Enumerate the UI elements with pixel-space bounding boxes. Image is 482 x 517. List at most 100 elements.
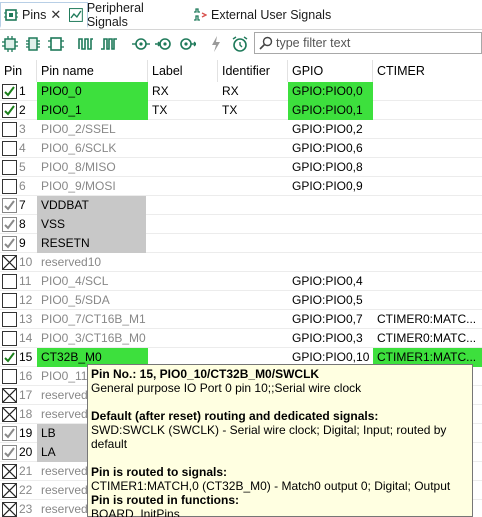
ctimer-cell[interactable] (373, 139, 482, 158)
gpio-cell[interactable] (288, 253, 373, 272)
ctimer-cell[interactable] (373, 82, 482, 101)
label-cell[interactable] (148, 253, 218, 272)
ctimer-cell[interactable] (373, 101, 482, 120)
ctimer-cell[interactable] (373, 272, 482, 291)
power-button[interactable] (206, 34, 226, 54)
table-row[interactable]: 8 VSS (0, 215, 482, 234)
route-in-button[interactable] (154, 34, 174, 54)
label-cell[interactable]: TX (148, 101, 218, 120)
pin-name-cell[interactable]: RESETN (37, 234, 146, 253)
filter-input[interactable] (276, 36, 476, 50)
pin-name-cell[interactable]: VDDBAT (37, 196, 146, 215)
table-row[interactable]: 2 PIO0_1 TX TX GPIO:PIO0,1 (0, 101, 482, 120)
table-row[interactable]: 14 PIO0_3/CT16B_M0 GPIO:PIO0,3 CTIMER0:MATC… (0, 329, 482, 348)
filter-box[interactable] (254, 32, 482, 54)
label-cell[interactable] (148, 310, 218, 329)
checkbox-disabled[interactable] (2, 426, 17, 441)
pin-name-cell[interactable]: reserved10 (37, 253, 148, 272)
table-row[interactable]: 7 VDDBAT (0, 196, 482, 215)
gpio-cell[interactable] (288, 196, 373, 215)
label-cell[interactable] (148, 234, 218, 253)
checkbox-disabled[interactable] (2, 236, 17, 251)
checkbox-unchecked[interactable] (2, 122, 17, 137)
ctimer-cell[interactable] (373, 215, 482, 234)
table-row[interactable]: 9 RESETN (0, 234, 482, 253)
checkbox-checked[interactable] (2, 103, 17, 118)
label-cell[interactable]: RX (148, 82, 218, 101)
table-row[interactable]: 3 PIO0_2/SSEL GPIO:PIO0,2 (0, 120, 482, 139)
pulse-view-button[interactable] (99, 34, 119, 54)
gpio-cell[interactable] (288, 215, 373, 234)
checkbox-unavailable[interactable] (2, 502, 17, 517)
checkbox-unchecked[interactable] (2, 293, 17, 308)
column-header-pin[interactable]: Pin (0, 60, 37, 82)
pin-name-cell[interactable]: PIO0_6/SCLK (37, 139, 148, 158)
label-cell[interactable] (148, 215, 218, 234)
table-row[interactable]: 4 PIO0_6/SCLK GPIO:PIO0,6 (0, 139, 482, 158)
ctimer-cell[interactable] (373, 234, 482, 253)
pin-name-cell[interactable]: PIO0_7/CT16B_M1 (37, 310, 148, 329)
identifier-cell[interactable] (218, 196, 288, 215)
pin-name-cell[interactable]: PIO0_8/MISO (37, 158, 148, 177)
column-header-gpio[interactable]: GPIO (288, 60, 373, 82)
identifier-cell[interactable] (218, 215, 288, 234)
gpio-cell[interactable]: GPIO:PIO0,3 (288, 329, 373, 348)
tab-peripheral-signals[interactable]: Peripheral Signals (69, 1, 187, 29)
pin-name-cell[interactable]: PIO0_4/SCL (37, 272, 148, 291)
gpio-cell[interactable]: GPIO:PIO0,6 (288, 139, 373, 158)
identifier-cell[interactable] (218, 177, 288, 196)
gpio-cell[interactable]: GPIO:PIO0,8 (288, 158, 373, 177)
ctimer-cell[interactable]: CTIMER0:MATC... (373, 310, 482, 329)
checkbox-unavailable[interactable] (2, 464, 17, 479)
pin-name-cell[interactable]: VSS (37, 215, 146, 234)
checkbox-unchecked[interactable] (2, 141, 17, 156)
table-row[interactable]: 1 PIO0_0 RX RX GPIO:PIO0,0 (0, 82, 482, 101)
gpio-cell[interactable]: GPIO:PIO0,9 (288, 177, 373, 196)
ctimer-cell[interactable] (373, 158, 482, 177)
checkbox-disabled[interactable] (2, 445, 17, 460)
checkbox-checked[interactable] (2, 350, 17, 365)
gpio-cell[interactable]: GPIO:PIO0,1 (288, 101, 373, 120)
column-header-pin-name[interactable]: Pin name (37, 60, 148, 82)
signals-view-button[interactable] (76, 34, 96, 54)
gpio-cell[interactable]: GPIO:PIO0,0 (288, 82, 373, 101)
expand-all-button[interactable] (0, 34, 20, 54)
column-header-ctimer[interactable]: CTIMER (373, 60, 482, 82)
tab-external-user-signals[interactable]: External User Signals (193, 2, 353, 28)
label-cell[interactable] (148, 177, 218, 196)
label-cell[interactable] (148, 158, 218, 177)
gpio-cell[interactable]: GPIO:PIO0,2 (288, 120, 373, 139)
checkbox-unavailable[interactable] (2, 388, 17, 403)
ctimer-cell[interactable] (373, 177, 482, 196)
route-button[interactable] (131, 34, 151, 54)
pin-name-cell[interactable]: PIO0_5/SDA (37, 291, 148, 310)
checkbox-disabled[interactable] (2, 198, 17, 213)
chip-view-button[interactable] (46, 34, 66, 54)
clock-button[interactable] (230, 34, 250, 54)
table-row[interactable]: 6 PIO0_9/MOSI GPIO:PIO0,9 (0, 177, 482, 196)
identifier-cell[interactable]: RX (218, 82, 288, 101)
checkbox-unchecked[interactable] (2, 369, 17, 384)
label-cell[interactable] (148, 272, 218, 291)
column-header-label[interactable]: Label (148, 60, 218, 82)
table-row[interactable]: 10 reserved10 (0, 253, 482, 272)
checkbox-unavailable[interactable] (2, 483, 17, 498)
checkbox-checked[interactable] (2, 84, 17, 99)
checkbox-unchecked[interactable] (2, 312, 17, 327)
identifier-cell[interactable] (218, 120, 288, 139)
label-cell[interactable] (148, 139, 218, 158)
identifier-cell[interactable] (218, 158, 288, 177)
checkbox-unavailable[interactable] (2, 255, 17, 270)
checkbox-unchecked[interactable] (2, 160, 17, 175)
route-out-button[interactable] (177, 34, 197, 54)
pin-name-cell[interactable]: PIO0_2/SSEL (37, 120, 148, 139)
identifier-cell[interactable]: TX (218, 101, 288, 120)
ctimer-cell[interactable] (373, 120, 482, 139)
checkbox-disabled[interactable] (2, 217, 17, 232)
label-cell[interactable] (148, 329, 218, 348)
ctimer-cell[interactable] (373, 196, 482, 215)
table-row[interactable]: 11 PIO0_4/SCL GPIO:PIO0,4 (0, 272, 482, 291)
table-row[interactable]: 12 PIO0_5/SDA GPIO:PIO0,5 (0, 291, 482, 310)
pin-name-cell[interactable]: PIO0_9/MOSI (37, 177, 148, 196)
package-view-button[interactable] (23, 34, 43, 54)
